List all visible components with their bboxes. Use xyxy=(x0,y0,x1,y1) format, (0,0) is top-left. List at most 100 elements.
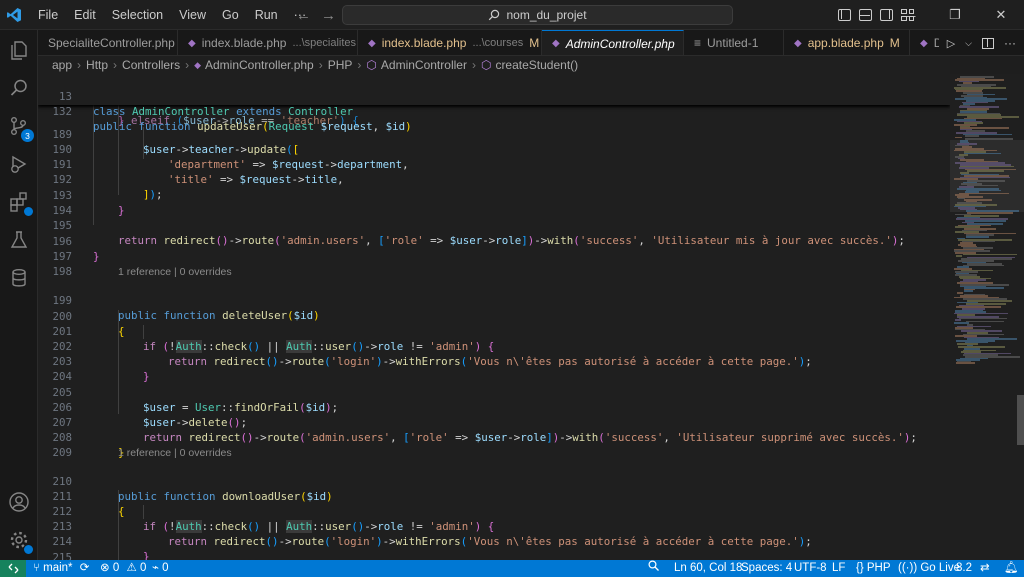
code-line[interactable]: 205 $user = User::findOrFail($id); xyxy=(38,370,950,414)
ports-status[interactable]: ⌁ 0 xyxy=(152,560,169,577)
extensions-icon[interactable] xyxy=(0,184,38,220)
breadcrumb-method[interactable]: createStudent() xyxy=(495,58,578,72)
toggle-primary-sidebar-icon[interactable] xyxy=(838,9,851,21)
tab-specialite-controller[interactable]: SpecialiteController.php xyxy=(38,30,178,55)
code-line[interactable]: 193 } xyxy=(38,173,950,217)
code-line[interactable]: 206 $user->delete(); xyxy=(38,385,950,429)
breadcrumb-http[interactable]: Http xyxy=(86,58,108,72)
search-icon xyxy=(489,9,500,21)
tab-modified-indicator: M xyxy=(889,36,900,50)
menu-go[interactable]: Go xyxy=(214,0,247,30)
minimap-line xyxy=(966,320,1004,323)
cursor-position[interactable]: Ln 60, Col 18 xyxy=(674,560,742,577)
code-line[interactable]: 197 xyxy=(38,234,950,263)
menu-edit[interactable]: Edit xyxy=(66,0,104,30)
back-arrow-icon[interactable]: ← xyxy=(296,7,311,24)
run-dropdown-chevron-icon[interactable]: ⌵ xyxy=(965,38,972,49)
breadcrumb-controllers[interactable]: Controllers xyxy=(122,58,180,72)
minimize-icon[interactable]: — xyxy=(886,0,932,30)
code-line[interactable]: 195 return redirect()->route('admin.user… xyxy=(38,203,950,247)
code-line[interactable]: 215 xyxy=(38,535,950,560)
code-line[interactable]: 200 { xyxy=(38,294,950,338)
close-window-icon[interactable]: ✕ xyxy=(978,0,1024,30)
code-line[interactable]: 196 } xyxy=(38,219,950,263)
code-line[interactable]: 198 xyxy=(38,249,950,278)
menu-file[interactable]: File xyxy=(30,0,66,30)
zoom-icon[interactable] xyxy=(648,560,659,577)
run-debug-icon[interactable] xyxy=(0,146,38,182)
problems-status[interactable]: ⊗ 0 ⚠ 0 xyxy=(100,560,146,577)
minimap-line xyxy=(957,292,963,294)
code-line[interactable]: 210 public function downloadUser($id) xyxy=(38,459,950,503)
php-version-status[interactable]: 8.2 xyxy=(956,560,972,577)
breadcrumb-file[interactable]: AdminController.php xyxy=(205,58,314,72)
tab-app-blade[interactable]: ◆ app.blade.php M xyxy=(784,30,910,55)
code-line[interactable]: 191 'title' => $request->title, xyxy=(38,142,950,186)
code-line[interactable]: 214 } xyxy=(38,519,950,560)
code-editor[interactable]: 13 class AdminController extends Control… xyxy=(38,74,950,560)
code-line[interactable]: 203 } xyxy=(38,339,950,383)
run-file-icon[interactable]: ▷ xyxy=(947,37,955,50)
tab-index-blade-specialites[interactable]: ◆ index.blade.php ...\specialites xyxy=(178,30,358,55)
breadcrumb-language[interactable]: PHP xyxy=(328,58,353,72)
code-line[interactable]: 194 xyxy=(38,188,950,217)
tab-label: SpecialiteController.php xyxy=(48,36,175,50)
code-line[interactable]: 207 return redirect()->route('admin.user… xyxy=(38,400,950,444)
menu-run[interactable]: Run xyxy=(247,0,286,30)
remote-indicator-icon[interactable] xyxy=(0,560,26,577)
code-line[interactable]: 211 { xyxy=(38,474,950,518)
minimap[interactable] xyxy=(950,74,1024,560)
code-line[interactable]: 202 return redirect()->route('login')->w… xyxy=(38,324,950,368)
sticky-line[interactable]: 132 public function updateUser(Request $… xyxy=(38,89,950,133)
search-view-icon[interactable] xyxy=(0,70,38,106)
code-line[interactable]: 209 xyxy=(38,430,950,459)
blade-file-icon: ◆ xyxy=(368,37,376,49)
go-live-button[interactable]: ((·)) Go Live xyxy=(898,560,960,577)
encoding-status[interactable]: UTF-8 xyxy=(794,560,827,577)
more-actions-icon[interactable]: ··· xyxy=(1004,36,1016,50)
tab-untitled-1[interactable]: ≡ Untitled-1 xyxy=(684,30,784,55)
code-line[interactable]: 213 return redirect()->route('login')->w… xyxy=(38,504,950,548)
code-line[interactable]: 216 $user = User::with(['student', 'teac… xyxy=(38,550,950,560)
tab-label: AdminController.php xyxy=(565,36,675,51)
account-sync-icon[interactable]: ⇄ xyxy=(980,560,990,577)
codelens-references[interactable]: 1 reference | 0 overrides xyxy=(118,265,232,279)
codelens-references[interactable]: 1 reference | 0 overrides xyxy=(118,446,232,460)
explorer-icon[interactable] xyxy=(0,32,38,68)
chevron-right-icon: › xyxy=(77,58,82,72)
source-control-icon[interactable]: 3 xyxy=(0,108,38,144)
code-line[interactable]: 199 public function deleteUser($id) xyxy=(38,278,950,322)
breadcrumb-class[interactable]: AdminController xyxy=(381,58,467,72)
code-line[interactable]: 192 ]); xyxy=(38,157,950,201)
eol-status[interactable]: LF xyxy=(832,560,845,577)
indentation-status[interactable]: Spaces: 4 xyxy=(741,560,792,577)
code-line[interactable]: 201 if (!Auth::check() || Auth::user()->… xyxy=(38,309,950,353)
tab-admin-controller[interactable]: ◆ AdminController.php ✕ xyxy=(542,30,684,55)
toggle-panel-icon[interactable] xyxy=(859,9,872,21)
breadcrumb-app[interactable]: app xyxy=(52,58,72,72)
forward-arrow-icon[interactable]: → xyxy=(321,7,336,24)
account-icon[interactable] xyxy=(0,484,38,520)
code-line[interactable]: 208 } xyxy=(38,415,950,459)
restore-icon[interactable]: ❐ xyxy=(932,0,978,30)
minimap-line xyxy=(966,236,989,238)
branch-status[interactable]: ⑂ main* ⟳ xyxy=(33,560,89,577)
nav-arrows: ← → xyxy=(296,0,336,30)
code-line[interactable]: 212 if (!Auth::check() || Auth::user()->… xyxy=(38,489,950,533)
code-line[interactable]: 204 xyxy=(38,354,950,383)
vertical-scrollbar-thumb[interactable] xyxy=(1017,395,1024,445)
tab-path: ...\courses xyxy=(472,37,524,49)
split-editor-icon[interactable] xyxy=(982,37,994,49)
menu-view[interactable]: View xyxy=(171,0,214,30)
language-status[interactable]: {} PHP xyxy=(856,560,891,577)
menu-selection[interactable]: Selection xyxy=(104,0,171,30)
manage-gear-icon[interactable] xyxy=(0,522,38,558)
sticky-line[interactable]: 13 class AdminController extends Control… xyxy=(38,74,950,118)
database-icon[interactable] xyxy=(0,260,38,296)
notifications-bell-icon[interactable]: 🔔︎ xyxy=(1004,560,1019,577)
minimap-line xyxy=(965,135,979,137)
sticky-scroll[interactable]: 13 class AdminController extends Control… xyxy=(38,74,950,133)
tab-index-blade-courses[interactable]: ◆ index.blade.php ...\courses M xyxy=(358,30,542,55)
testing-flask-icon[interactable] xyxy=(0,222,38,258)
command-center-search[interactable]: nom_du_projet xyxy=(342,5,733,25)
